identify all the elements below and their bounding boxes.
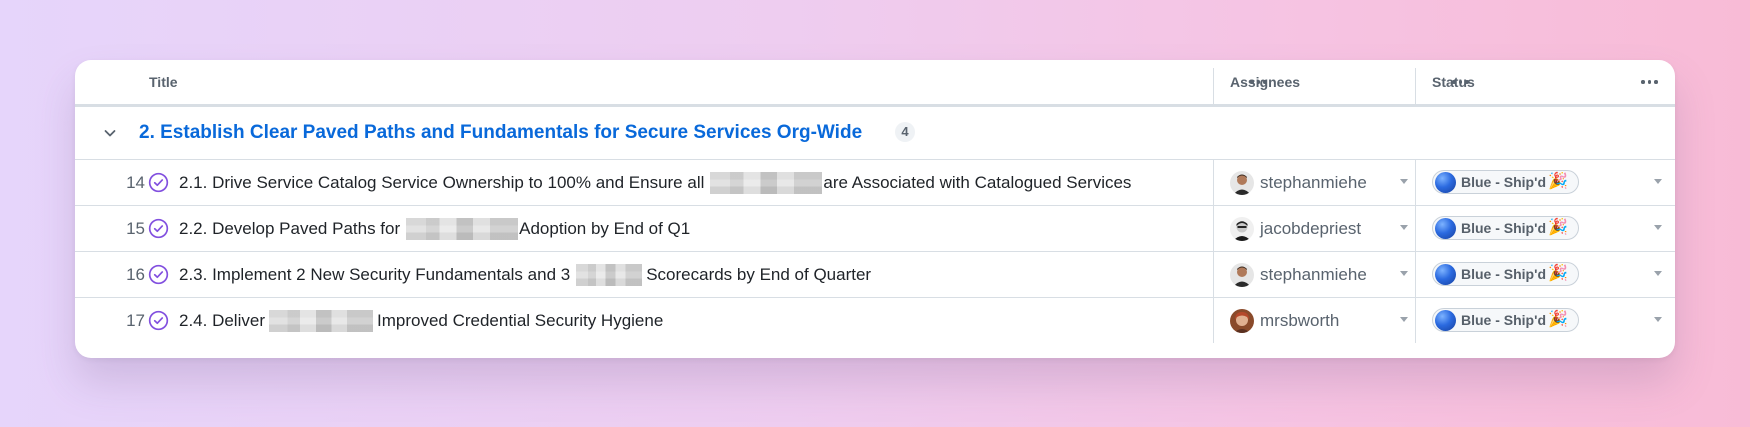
assignee-name: mrsbworth [1260,310,1340,330]
avatar [1230,216,1254,241]
status-label: Blue - Ship'd [1461,174,1546,190]
assignee-cell[interactable]: mrsbworth [1230,298,1339,343]
row-title-text: 2.3. Implement 2 New Security Fundamenta… [179,265,571,284]
assignee-name: jacobdepriest [1260,218,1362,238]
redacted-text [576,263,643,286]
check-circle-icon [148,172,169,193]
avatar [1230,262,1254,287]
row-title-text: Scorecards by End of Quarter [646,265,872,284]
assignee-cell[interactable]: stephanmiehe [1230,252,1367,297]
party-popper-icon: 🎉 [1548,311,1568,328]
row-title-text: 2.4. Deliver [179,311,265,330]
status-column-menu-icon[interactable] [1641,60,1658,104]
assignee-name: stephanmiehe [1260,264,1367,284]
triangle-down-icon[interactable] [1654,179,1662,184]
status-label: Blue - Ship'd [1461,266,1546,282]
blue-circle-icon [1435,217,1456,239]
row-number: 15 [126,219,145,238]
table-row[interactable]: 15 2.2. Develop Paved Paths for Adoption… [75,206,1675,252]
party-popper-icon: 🎉 [1548,219,1568,236]
blue-circle-icon [1435,263,1456,285]
row-title[interactable]: 2.3. Implement 2 New Security Fundamenta… [179,252,871,297]
table-row[interactable]: 14 2.1. Drive Service Catalog Service Ow… [75,160,1675,206]
row-number: 16 [126,265,145,284]
triangle-down-icon[interactable] [1400,317,1408,322]
project-table: Title Assignees Status 2. Establish Clea… [75,60,1675,358]
column-title-label: Title [149,74,178,90]
assignee-name: stephanmiehe [1260,172,1367,192]
column-divider [1415,206,1416,251]
assignee-cell[interactable]: stephanmiehe [1230,160,1367,205]
column-divider [1415,298,1416,343]
avatar [1230,308,1254,333]
column-divider [1415,160,1416,205]
triangle-down-icon[interactable] [1654,225,1662,230]
row-number: 14 [126,173,145,192]
column-divider [1213,160,1214,205]
group-count-badge: 4 [895,122,915,142]
blue-circle-icon [1435,309,1456,331]
column-status-label: Status [1432,74,1475,90]
column-divider [1415,252,1416,297]
redacted-text [268,309,373,332]
check-circle-icon [148,310,169,331]
row-title-text: Adoption by End of Q1 [519,219,691,238]
check-circle-icon [148,218,169,239]
column-assignees-label: Assignees [1230,74,1301,90]
status-pill[interactable]: Blue - Ship'd 🎉 [1432,170,1579,194]
column-divider [1213,68,1214,104]
column-header-status[interactable]: Status [1432,60,1475,104]
party-popper-icon: 🎉 [1548,265,1568,282]
redacted-text [710,171,823,194]
triangle-down-icon[interactable] [1654,271,1662,276]
status-label: Blue - Ship'd [1461,220,1546,236]
triangle-down-icon[interactable] [1654,317,1662,322]
table-row[interactable]: 17 2.4. Deliver Improved Credential Secu… [75,298,1675,343]
row-title[interactable]: 2.2. Develop Paved Paths for Adoption by… [179,206,690,251]
triangle-down-icon[interactable] [1400,179,1408,184]
row-title[interactable]: 2.4. Deliver Improved Credential Securit… [179,298,663,343]
group-header: 2. Establish Clear Paved Paths and Funda… [75,107,1675,160]
table-row[interactable]: 16 2.3. Implement 2 New Security Fundame… [75,252,1675,298]
blue-circle-icon [1435,171,1456,193]
row-title[interactable]: 2.1. Drive Service Catalog Service Owner… [179,160,1131,205]
column-divider [1415,68,1416,104]
avatar [1230,170,1254,195]
column-divider [1213,206,1214,251]
column-divider [1213,298,1214,343]
column-divider [1213,252,1214,297]
check-circle-icon [148,264,169,285]
status-pill[interactable]: Blue - Ship'd 🎉 [1432,216,1579,240]
table-body: 14 2.1. Drive Service Catalog Service Ow… [75,160,1675,358]
chevron-down-icon[interactable] [102,125,118,141]
row-number: 17 [126,311,145,330]
triangle-down-icon[interactable] [1400,271,1408,276]
assignee-cell[interactable]: jacobdepriest [1230,206,1361,251]
column-header-title[interactable]: Title [149,60,178,104]
party-popper-icon: 🎉 [1548,173,1568,190]
row-title-text: Improved Credential Security Hygiene [376,311,664,330]
table-header: Title Assignees Status [75,60,1675,107]
row-title-text: 2.1. Drive Service Catalog Service Owner… [179,173,705,192]
group-title[interactable]: 2. Establish Clear Paved Paths and Funda… [139,107,862,159]
status-label: Blue - Ship'd [1461,312,1546,328]
status-pill[interactable]: Blue - Ship'd 🎉 [1432,262,1579,286]
redacted-text [406,217,519,240]
triangle-down-icon[interactable] [1400,225,1408,230]
column-header-assignees[interactable]: Assignees [1230,60,1300,104]
row-title-text: are Associated with Catalogued Services [823,173,1132,192]
status-pill[interactable]: Blue - Ship'd 🎉 [1432,308,1579,332]
row-title-text: 2.2. Develop Paved Paths for [179,219,401,238]
